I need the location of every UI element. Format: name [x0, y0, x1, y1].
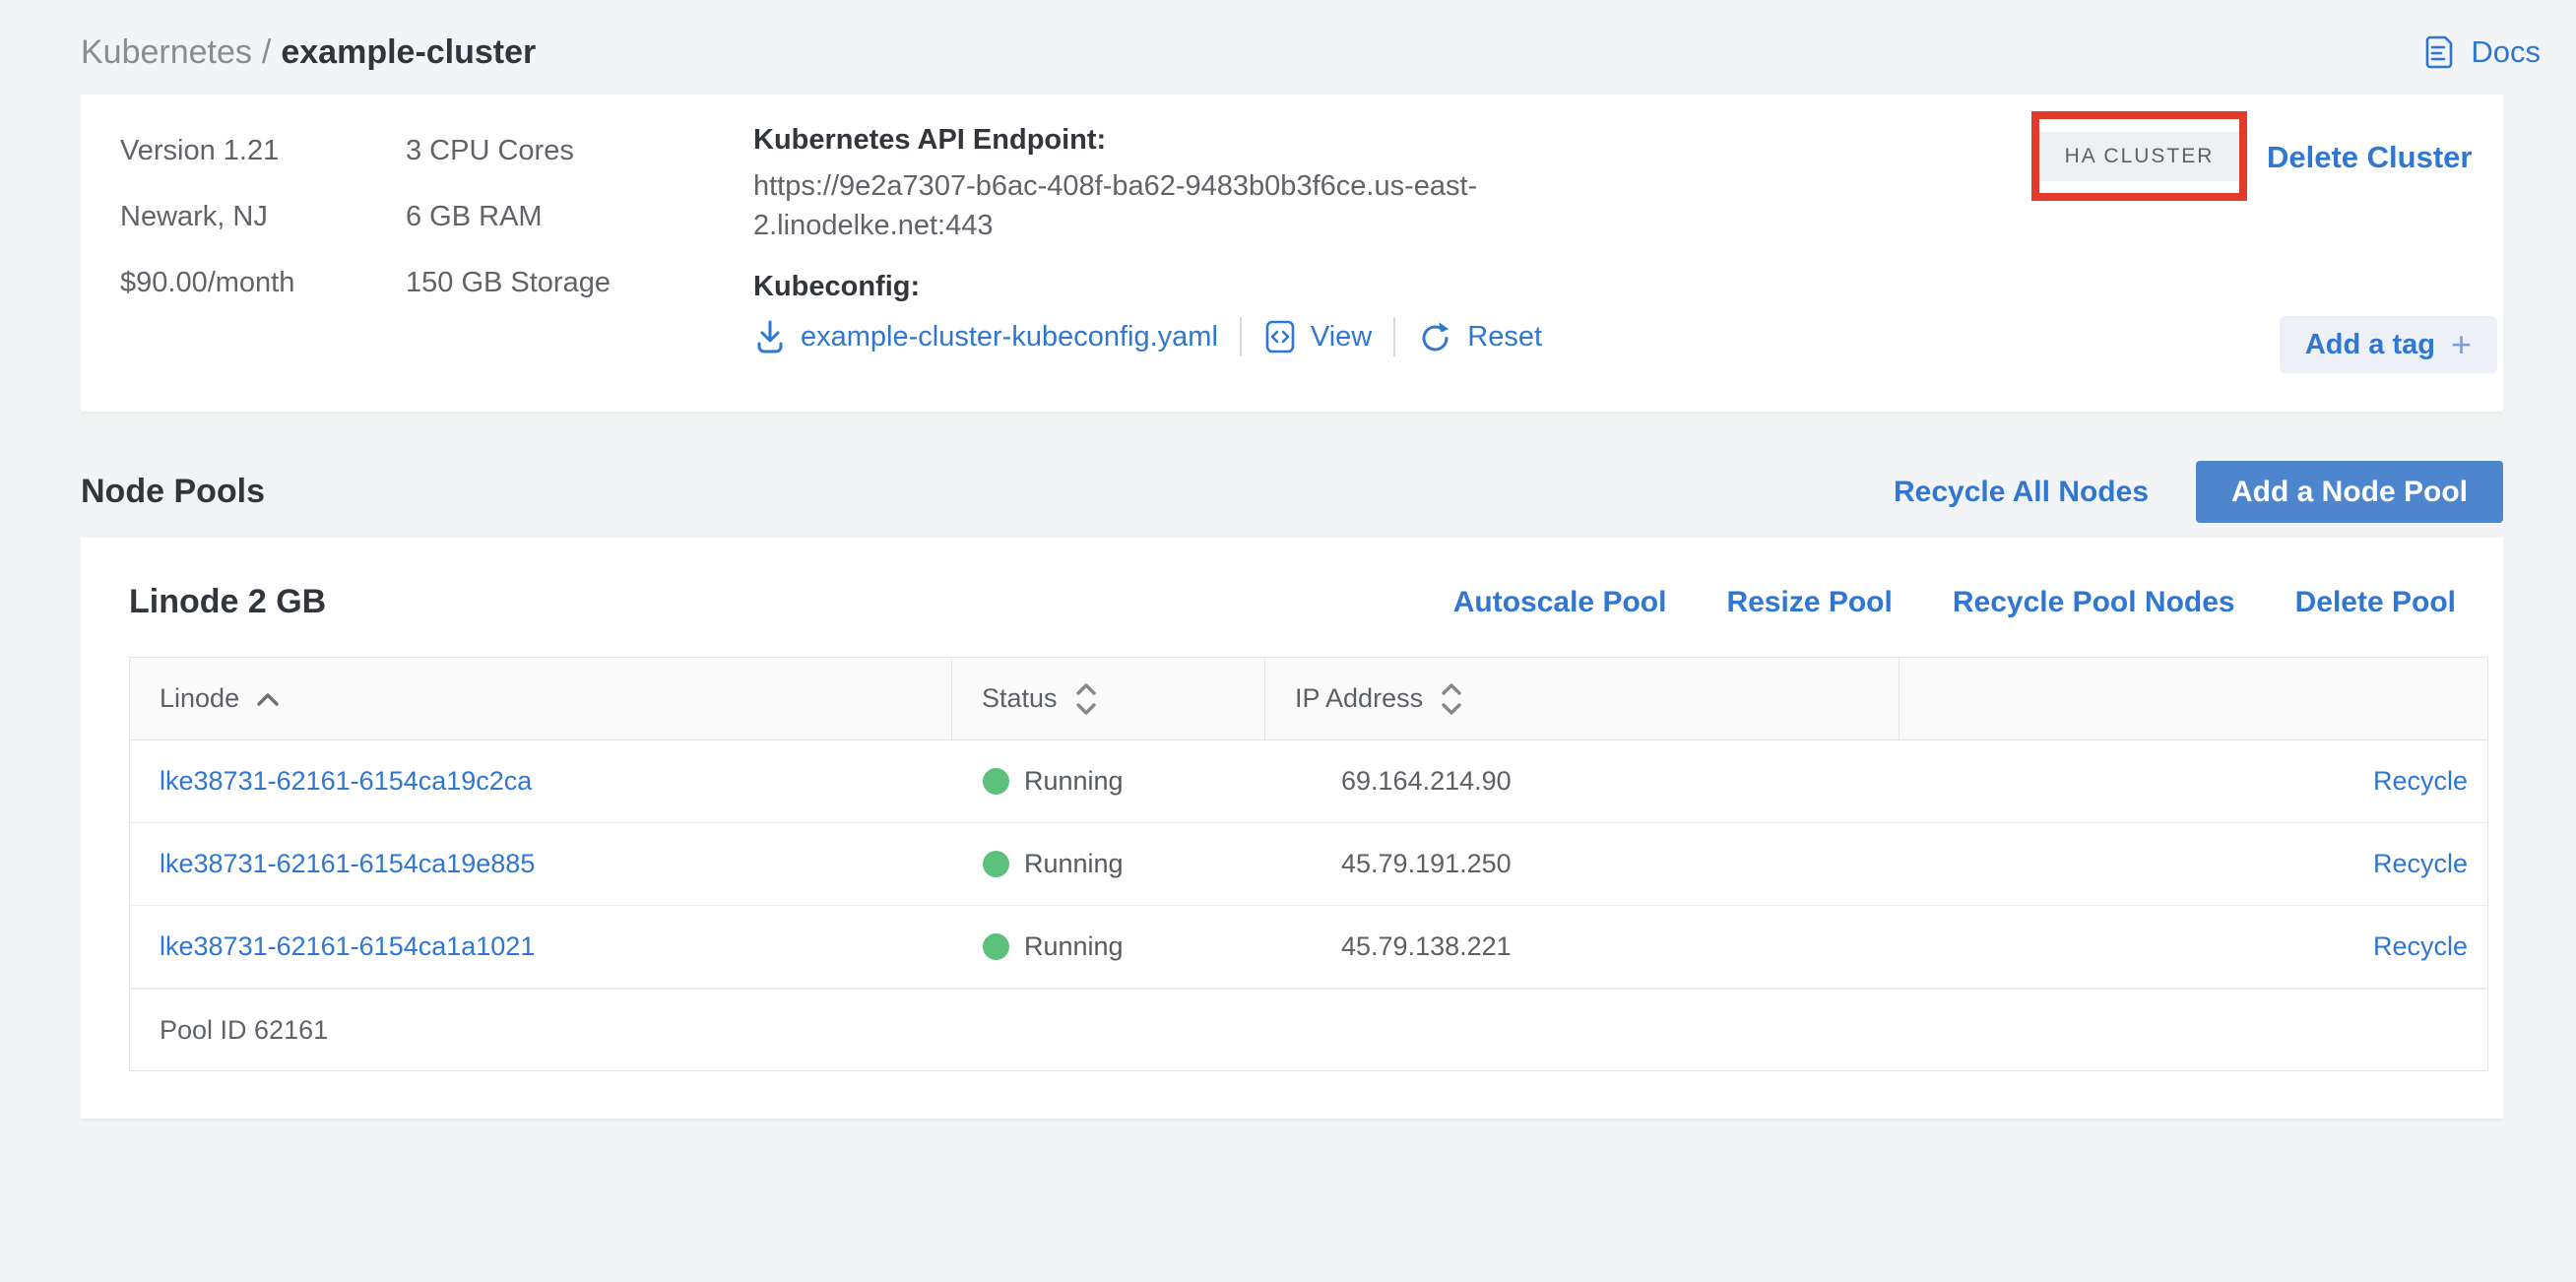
delete-pool-button[interactable]: Delete Pool [2295, 586, 2456, 619]
pool-head: Linode 2 GB Autoscale Pool Resize Pool R… [81, 538, 2503, 657]
kubeconfig-filename: example-cluster-kubeconfig.yaml [801, 321, 1218, 353]
status-dot-running [983, 851, 1009, 877]
status-dot-running [983, 933, 1009, 960]
node-link[interactable]: lke38731-62161-6154ca19c2ca [160, 766, 532, 796]
autoscale-pool-button[interactable]: Autoscale Pool [1453, 586, 1667, 619]
api-endpoint-url: https://9e2a7307-b6ac-408f-ba62-9483b0b3… [753, 166, 1490, 245]
api-endpoint-label: Kubernetes API Endpoint: [753, 124, 1561, 157]
cluster-specs-column-2: 3 CPU Cores 6 GB RAM 150 GB Storage [406, 118, 611, 316]
view-label: View [1311, 321, 1372, 353]
ha-cluster-badge: HA CLUSTER [2039, 132, 2240, 181]
cluster-ram: 6 GB RAM [406, 184, 611, 250]
cluster-region: Newark, NJ [120, 184, 294, 250]
code-file-icon [1263, 318, 1297, 355]
node-pools-heading: Node Pools [81, 473, 265, 511]
status-label: Running [1024, 849, 1124, 879]
column-header-actions [1899, 658, 2487, 739]
breadcrumb: Kubernetes / example-cluster [81, 33, 536, 72]
node-row: lke38731-62161-6154ca19e885 Running 45.7… [130, 823, 2487, 906]
nodes-table: Linode Status [129, 657, 2488, 1071]
sort-chevrons-icon [1439, 681, 1464, 717]
endpoint-block: Kubernetes API Endpoint: https://9e2a730… [753, 124, 1561, 356]
kubeconfig-download-link[interactable]: example-cluster-kubeconfig.yaml [753, 318, 1218, 355]
divider [1240, 317, 1242, 356]
status-label: Running [1024, 931, 1124, 962]
sort-chevrons-icon [1073, 681, 1099, 717]
column-header-ip-address[interactable]: IP Address [1264, 658, 1899, 739]
pool-actions: Autoscale Pool Resize Pool Recycle Pool … [1453, 586, 2456, 619]
status-dot-running [983, 768, 1009, 795]
status-label: Running [1024, 766, 1124, 797]
resize-pool-button[interactable]: Resize Pool [1726, 586, 1892, 619]
kubeconfig-reset-button[interactable]: Reset [1417, 318, 1542, 355]
add-node-pool-button[interactable]: Add a Node Pool [2196, 461, 2503, 523]
kubeconfig-label: Kubeconfig: [753, 271, 1561, 303]
node-row: lke38731-62161-6154ca19c2ca Running 69.1… [130, 740, 2487, 823]
breadcrumb-section-kubernetes[interactable]: Kubernetes [81, 33, 252, 71]
cluster-cpu: 3 CPU Cores [406, 118, 611, 184]
docs-label: Docs [2471, 34, 2541, 70]
cluster-version: Version 1.21 [120, 118, 294, 184]
recycle-pool-nodes-button[interactable]: Recycle Pool Nodes [1953, 586, 2235, 619]
node-pools-actions: Recycle All Nodes Add a Node Pool [1894, 461, 2503, 523]
recycle-node-button[interactable]: Recycle [2373, 849, 2468, 878]
breadcrumb-cluster-name: example-cluster [281, 33, 536, 71]
node-ip: 45.79.138.221 [1264, 931, 1899, 962]
node-link[interactable]: lke38731-62161-6154ca19e885 [160, 849, 535, 878]
divider [1393, 317, 1395, 356]
add-tag-label: Add a tag [2305, 329, 2435, 361]
recycle-node-button[interactable]: Recycle [2373, 931, 2468, 961]
node-pools-section-head: Node Pools Recycle All Nodes Add a Node … [81, 461, 2503, 523]
plus-icon: + [2451, 324, 2472, 365]
ha-cluster-annotation-box: HA CLUSTER [2031, 111, 2247, 201]
top-bar: Kubernetes / example-cluster Docs [0, 0, 2576, 95]
main-content: Version 1.21 Newark, NJ $90.00/month 3 C… [0, 95, 2576, 1119]
node-link[interactable]: lke38731-62161-6154ca1a1021 [160, 931, 535, 961]
recycle-all-nodes-button[interactable]: Recycle All Nodes [1894, 476, 2149, 509]
breadcrumb-separator: / [262, 33, 271, 71]
docs-icon [2419, 33, 2457, 71]
recycle-node-button[interactable]: Recycle [2373, 766, 2468, 796]
reset-label: Reset [1467, 321, 1542, 353]
node-pool-card: Linode 2 GB Autoscale Pool Resize Pool R… [81, 538, 2503, 1119]
cluster-specs-column-1: Version 1.21 Newark, NJ $90.00/month [120, 118, 294, 316]
cluster-storage: 150 GB Storage [406, 250, 611, 316]
caret-up-icon [255, 691, 281, 707]
node-row: lke38731-62161-6154ca1a1021 Running 45.7… [130, 906, 2487, 989]
node-ip: 69.164.214.90 [1264, 766, 1899, 797]
column-header-status[interactable]: Status [951, 658, 1264, 739]
add-tag-button[interactable]: Add a tag + [2280, 316, 2497, 373]
column-header-linode[interactable]: Linode [130, 658, 951, 739]
docs-link[interactable]: Docs [2419, 33, 2541, 71]
kubeconfig-view-button[interactable]: View [1263, 318, 1372, 355]
kubeconfig-actions: example-cluster-kubeconfig.yaml View [753, 317, 1561, 356]
pool-name: Linode 2 GB [129, 583, 326, 621]
refresh-icon [1417, 318, 1453, 355]
node-ip: 45.79.191.250 [1264, 849, 1899, 879]
cluster-price: $90.00/month [120, 250, 294, 316]
delete-cluster-button[interactable]: Delete Cluster [2267, 140, 2472, 175]
table-header-row: Linode Status [130, 658, 2487, 740]
download-icon [753, 318, 787, 355]
cluster-summary-card: Version 1.21 Newark, NJ $90.00/month 3 C… [81, 95, 2503, 412]
pool-id-label: Pool ID 62161 [130, 989, 2487, 1070]
